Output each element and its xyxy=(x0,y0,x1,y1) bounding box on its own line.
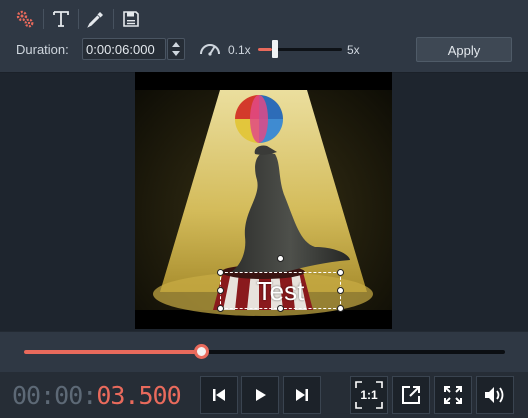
popout-button[interactable] xyxy=(392,376,430,414)
toolbar-divider xyxy=(43,9,44,29)
speed-slider[interactable] xyxy=(258,48,342,51)
previous-frame-icon xyxy=(213,389,225,401)
playback-scrubber-thumb[interactable] xyxy=(194,344,209,359)
speed-slider-fill xyxy=(258,48,273,51)
actual-size-button[interactable]: 1:1 xyxy=(350,376,388,414)
rotate-handle[interactable] xyxy=(277,255,284,262)
previous-frame-button[interactable] xyxy=(200,376,238,414)
duration-label: Duration: xyxy=(16,42,69,57)
timecode-current: 03.500 xyxy=(96,381,181,410)
eyedropper-icon[interactable] xyxy=(83,6,109,32)
speedometer-icon xyxy=(199,40,221,63)
timecode-elapsed: 00:00: xyxy=(12,381,97,410)
duration-stepper[interactable] xyxy=(167,38,185,60)
ratio-label: 1:1 xyxy=(360,388,378,402)
next-frame-button[interactable] xyxy=(283,376,321,414)
resize-handle[interactable] xyxy=(277,305,284,312)
speed-min-label: 0.1x xyxy=(228,43,251,57)
speed-max-label: 5x xyxy=(347,43,360,57)
toolbar-divider xyxy=(78,9,79,29)
playback-scrubber[interactable] xyxy=(24,350,505,354)
volume-button[interactable] xyxy=(476,376,514,414)
save-frame-icon[interactable] xyxy=(118,6,144,32)
fullscreen-icon xyxy=(444,386,462,404)
popout-icon xyxy=(402,386,420,404)
playback-scrubber-fill xyxy=(24,350,198,354)
fullscreen-button[interactable] xyxy=(434,376,472,414)
resize-handle[interactable] xyxy=(337,305,344,312)
gears-icon[interactable] xyxy=(12,6,38,32)
toolbar-divider xyxy=(113,9,114,29)
resize-handle[interactable] xyxy=(217,287,224,294)
resize-handle[interactable] xyxy=(337,269,344,276)
volume-icon xyxy=(485,387,504,403)
next-frame-icon xyxy=(296,389,308,401)
editor-toolbar: Duration: 0:00:06:000 0.1x 5x Apply xyxy=(0,0,528,73)
duration-field[interactable]: 0:00:06:000 xyxy=(82,38,166,60)
play-icon xyxy=(256,389,266,401)
title-overlay-text[interactable]: Test xyxy=(220,276,341,307)
stepper-up-icon[interactable] xyxy=(172,42,180,47)
stepper-down-icon[interactable] xyxy=(172,51,180,56)
resize-handle[interactable] xyxy=(337,287,344,294)
apply-button[interactable]: Apply xyxy=(416,37,512,62)
play-button[interactable] xyxy=(241,376,279,414)
resize-handle[interactable] xyxy=(217,269,224,276)
speed-slider-thumb[interactable] xyxy=(272,40,278,58)
timecode-display: 00:00:03.500 xyxy=(12,381,182,410)
resize-handle[interactable] xyxy=(217,305,224,312)
text-icon[interactable] xyxy=(48,6,74,32)
